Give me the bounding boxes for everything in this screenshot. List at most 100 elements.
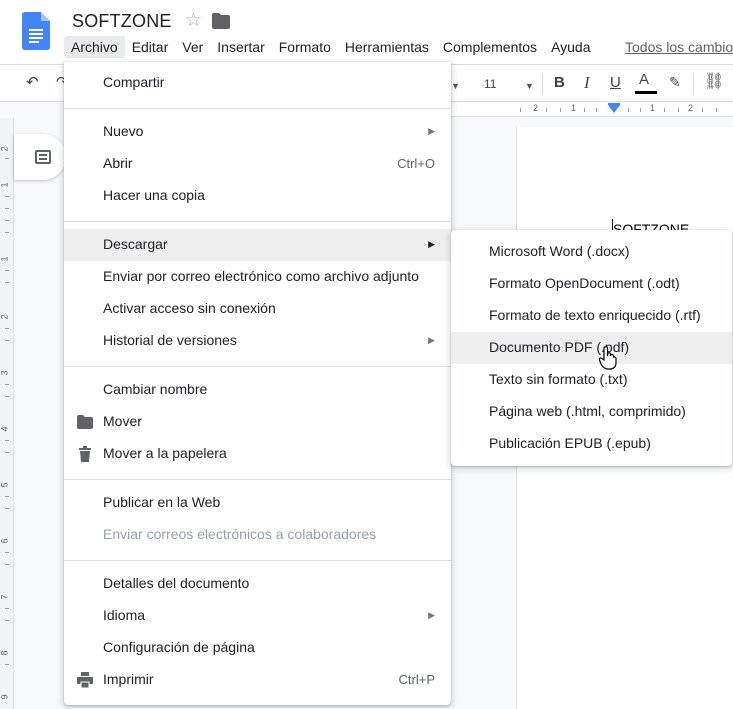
folder-icon[interactable] [212,13,230,29]
download-html[interactable]: Página web (.html, comprimido) [451,396,732,428]
font-size-caret-icon[interactable]: ▼ [525,77,534,95]
menu-complementos[interactable]: Complementos [436,36,544,58]
menu-item-label: Compartir [103,74,165,90]
ruler-number: 7 [0,594,10,600]
file-menu: Compartir Nuevo ▶ Abrir Ctrl+O Hacer una… [64,62,451,705]
menu-item-label: Enviar por correo electrónico como archi… [103,268,419,284]
download-odt[interactable]: Formato OpenDocument (.odt) [451,268,732,300]
menu-item-version-history[interactable]: Historial de versiones ▶ [64,325,451,357]
ruler-tick [702,108,703,112]
menu-item-trash[interactable]: Mover a la papelera [64,438,451,470]
ruler-tick [5,232,9,233]
font-size-field[interactable]: 11 [484,75,496,93]
menu-herramientas[interactable]: Herramientas [338,36,436,58]
menu-item-offline[interactable]: Activar acceso sin conexión [64,293,451,325]
menu-item-page-setup[interactable]: Configuración de página [64,632,451,664]
ruler-tick [5,220,9,221]
ruler-number: 2 [533,103,539,113]
menu-divider [64,366,451,367]
font-dropdown-caret-icon[interactable]: ▼ [451,77,460,95]
menu-item-move[interactable]: Mover [64,406,451,438]
undo-icon[interactable]: ↶ [26,74,39,92]
menu-item-label: Activar acceso sin conexión [103,300,276,316]
indent-marker-icon[interactable] [608,105,620,113]
ruler-tick [664,108,665,112]
submenu-arrow-icon: ▶ [428,335,435,345]
ruler-tick [584,108,585,112]
ruler-tick [5,608,9,609]
docs-logo-icon[interactable] [22,12,50,50]
link-icon[interactable]: ⛓ [704,73,724,91]
ruler-tick [5,158,9,159]
menu-item-label: Idioma [103,607,146,623]
italic-button[interactable]: I [584,74,590,92]
underline-button[interactable]: U [610,74,621,92]
printer-icon [77,672,93,688]
menu-item-new[interactable]: Nuevo ▶ [64,116,451,148]
horizontal-ruler[interactable]: 2 1 1 2 [450,103,733,117]
ruler-number: 3 [0,370,10,376]
ruler-tick [5,384,9,385]
download-submenu: Microsoft Word (.docx) Formato OpenDocum… [451,230,732,466]
ruler-number: 2 [688,103,694,113]
bold-button[interactable]: B [554,74,565,92]
ruler-number: 2 [0,146,10,152]
menu-item-rename[interactable]: Cambiar nombre [64,374,451,406]
submenu-arrow-icon: ▶ [428,610,435,620]
document-title[interactable]: SOFTZONE [72,11,172,32]
menu-item-email-attachment[interactable]: Enviar por correo electrónico como archi… [64,261,451,293]
download-rtf[interactable]: Formato de texto enriquecido (.rtf) [451,300,732,332]
ruler-tick [546,108,547,112]
menu-divider [64,221,451,222]
shortcut-label: Ctrl+O [397,156,435,171]
ruler-tick [5,620,9,621]
menu-archivo[interactable]: Archivo [64,36,125,58]
ruler-tick [5,270,9,271]
menu-item-share[interactable]: Compartir [64,67,451,99]
menu-editar[interactable]: Editar [125,36,176,58]
toolbar-divider [542,73,543,95]
menu-item-publish[interactable]: Publicar en la Web [64,487,451,519]
menu-item-label: Publicar en la Web [103,494,221,510]
menu-ver[interactable]: Ver [175,36,210,58]
download-pdf[interactable]: Documento PDF (.pdf) [451,332,732,364]
menu-divider [64,560,451,561]
menu-divider [64,479,451,480]
menu-item-label: Historial de versiones [103,332,237,348]
hand-cursor-icon [599,346,617,370]
ruler-number: 1 [0,182,10,188]
menu-item-language[interactable]: Idioma ▶ [64,600,451,632]
highlight-pen-icon[interactable]: ✎ [669,73,681,91]
last-edit-link[interactable]: Todos los cambios [625,39,733,55]
ruler-tick [5,196,9,197]
menu-divider [64,108,451,109]
menu-item-label: Abrir [103,155,133,171]
star-icon[interactable]: ☆ [185,11,202,31]
ruler-tick [5,208,9,209]
document-outline-tab[interactable] [14,134,66,180]
download-epub[interactable]: Publicación EPUB (.epub) [451,428,732,460]
menu-item-label: Mover a la papelera [103,445,227,461]
ruler-tick [5,396,9,397]
ruler-number: 6 [0,538,10,544]
menu-item-label: Hacer una copia [103,187,205,203]
menu-item-print[interactable]: Imprimir Ctrl+P [64,664,451,696]
ruler-tick [560,108,561,112]
vertical-ruler[interactable]: 2 1 1 2 3 4 5 6 7 8 9 [0,118,14,709]
menu-ayuda[interactable]: Ayuda [544,36,597,58]
text-color-button[interactable]: A [639,71,649,89]
trash-icon [79,446,91,462]
menu-item-open[interactable]: Abrir Ctrl+O [64,148,451,180]
menu-item-make-copy[interactable]: Hacer una copia [64,180,451,212]
menu-item-download[interactable]: Descargar ▶ [64,229,451,261]
menu-item-details[interactable]: Detalles del documento [64,568,451,600]
menu-item-label: Enviar correos electrónicos a colaborado… [103,526,377,542]
download-txt[interactable]: Texto sin formato (.txt) [451,364,732,396]
ruler-tick [520,108,521,112]
ruler-number: 1 [571,103,577,113]
menu-formato[interactable]: Formato [272,36,338,58]
download-docx[interactable]: Microsoft Word (.docx) [451,236,732,268]
menu-insertar[interactable]: Insertar [210,36,271,58]
menu-item-label: Imprimir [103,671,154,687]
menu-item-label: Cambiar nombre [103,381,208,397]
